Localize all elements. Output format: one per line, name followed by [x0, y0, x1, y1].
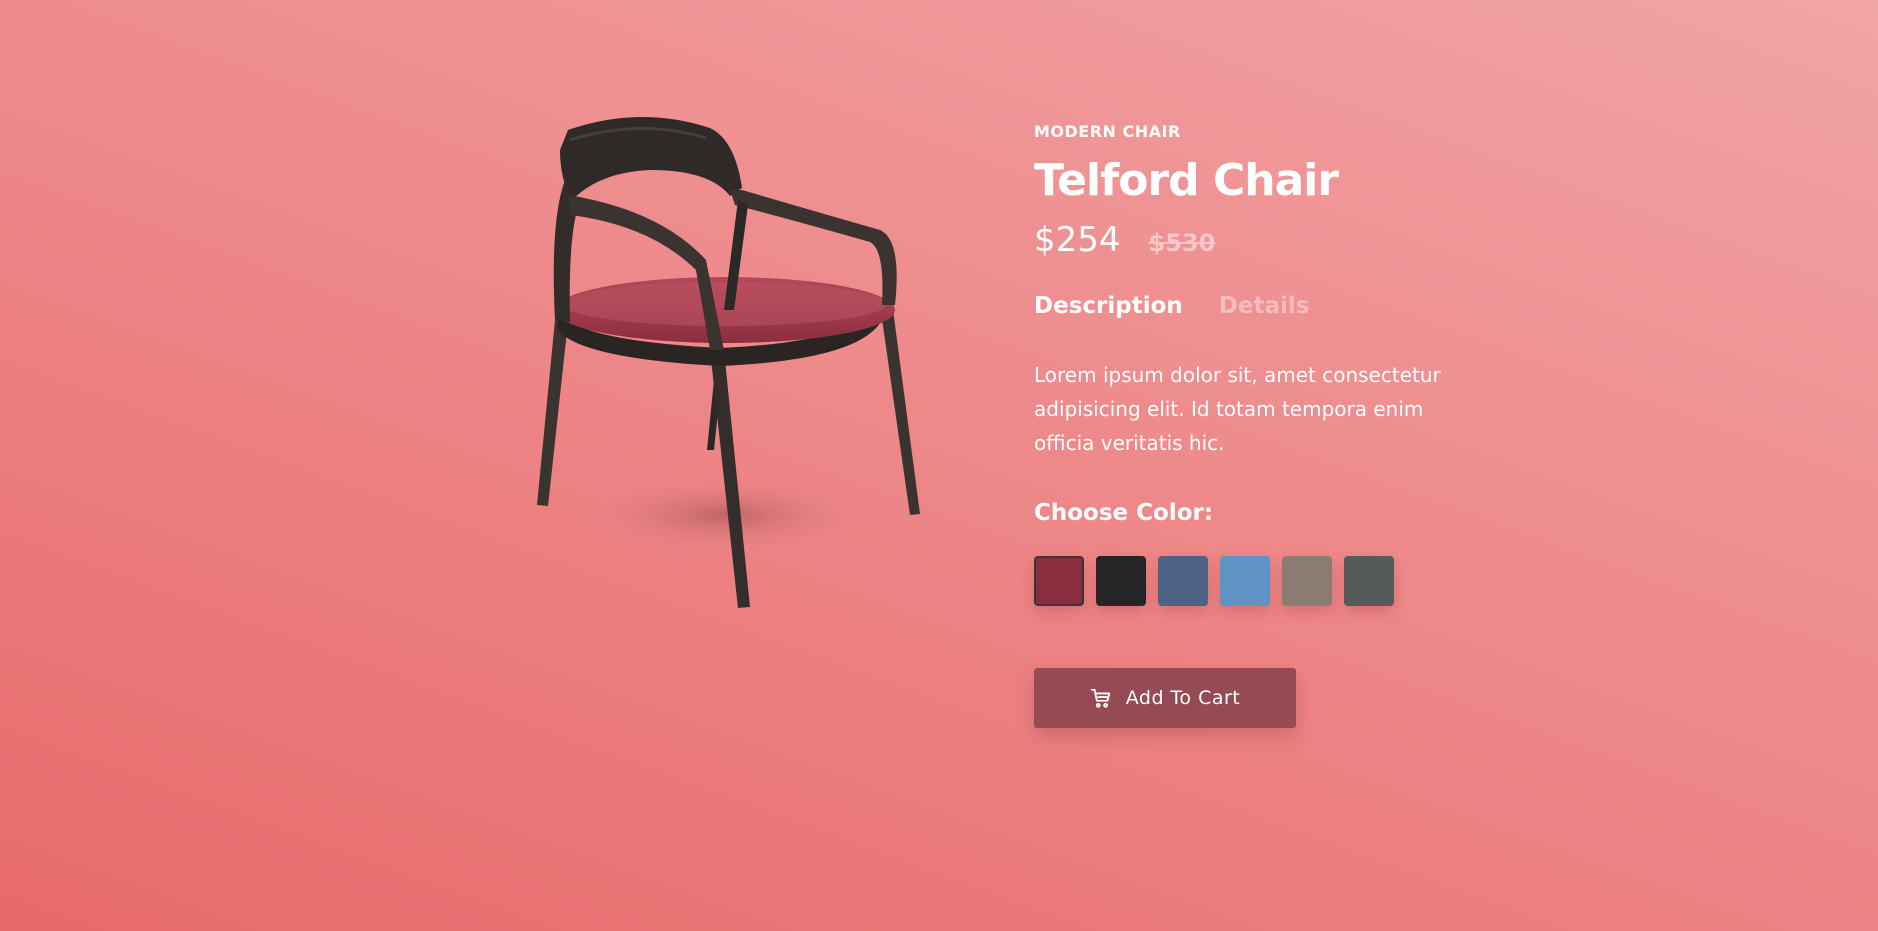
product-title: Telford Chair — [1034, 155, 1339, 206]
product-image — [510, 110, 950, 630]
price-row: $254 $530 — [1034, 214, 1514, 266]
color-swatch-light-blue[interactable] — [1220, 556, 1270, 606]
product-info: MODERN CHAIR Telford Chair $254 $530 Des… — [1034, 118, 1514, 728]
product-tabs: Description Details — [1034, 288, 1514, 324]
tab-description[interactable]: Description — [1034, 293, 1183, 319]
tab-details[interactable]: Details — [1219, 293, 1310, 319]
color-swatch-taupe[interactable] — [1282, 556, 1332, 606]
color-swatch-burgundy[interactable] — [1034, 556, 1084, 606]
chair-image — [537, 116, 920, 608]
color-label: Choose Color: — [1034, 500, 1214, 526]
color-swatch-black[interactable] — [1096, 556, 1146, 606]
color-swatch-grey[interactable] — [1344, 556, 1394, 606]
product-category: MODERN CHAIR — [1034, 122, 1181, 141]
add-to-cart-button[interactable]: Add To Cart — [1034, 668, 1296, 728]
add-to-cart-label: Add To Cart — [1125, 687, 1241, 709]
color-swatch-denim[interactable] — [1158, 556, 1208, 606]
cart-icon — [1090, 687, 1112, 709]
color-swatches — [1034, 556, 1514, 606]
product-description: Lorem ipsum dolor sit, amet consectetur … — [1034, 363, 1441, 455]
original-price: $530 — [1148, 229, 1216, 257]
current-price: $254 — [1034, 220, 1121, 260]
